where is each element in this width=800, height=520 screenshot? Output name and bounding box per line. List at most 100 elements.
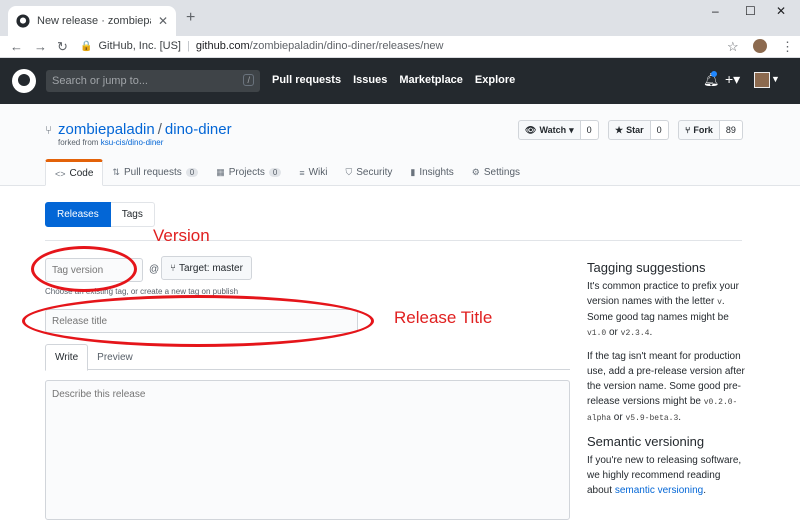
- target-branch-button[interactable]: ⑂ Target: master: [161, 256, 252, 280]
- chevron-down-icon[interactable]: ▼: [771, 74, 780, 84]
- tagging-paragraph-2: If the tag isn't meant for production us…: [587, 349, 747, 426]
- title-highlight-oval: [22, 295, 374, 347]
- tab-wiki[interactable]: ≡ Wiki: [290, 159, 336, 186]
- tab-label: Insights: [419, 167, 454, 178]
- repo-title: zombiepaladin / dino-diner: [58, 121, 232, 138]
- slash-key-hint: /: [243, 74, 254, 86]
- text: .: [678, 412, 682, 423]
- tab-settings[interactable]: ⚙ Settings: [463, 159, 529, 186]
- repo-nav: <> Code ⇅ Pull requests 0 ▦ Projects 0 ≡ Wiki …: [45, 159, 529, 186]
- version-highlight-oval: [31, 246, 137, 292]
- github-header: Search or jump to... / Pull requests Iss…: [0, 58, 800, 104]
- tagging-paragraph-1: It's common practice to prefix your vers…: [587, 279, 747, 341]
- fork-icon: ⑂: [685, 125, 691, 135]
- star-count[interactable]: 0: [650, 120, 669, 140]
- nav-pull-requests[interactable]: Pull requests: [272, 74, 341, 86]
- star-icon: ★: [615, 124, 624, 135]
- watch-count[interactable]: 0: [580, 120, 599, 140]
- tags-tab[interactable]: Tags: [110, 202, 155, 227]
- tab-code[interactable]: <> Code: [45, 159, 104, 186]
- gear-icon: ⚙: [471, 167, 480, 177]
- watch-label: Watch: [539, 125, 567, 135]
- fork-button[interactable]: ⑂ Fork: [678, 120, 720, 140]
- text: or: [606, 327, 621, 338]
- tab-label: Settings: [483, 167, 521, 178]
- repo-owner-link[interactable]: zombiepaladin: [58, 121, 155, 138]
- back-icon[interactable]: ←: [10, 39, 23, 54]
- text: .: [703, 485, 706, 496]
- semver-heading: Semantic versioning: [587, 434, 705, 449]
- star-label: Star: [626, 125, 644, 135]
- cert-owner: GitHub, Inc. [US]: [98, 40, 181, 52]
- unread-indicator: [711, 71, 717, 77]
- url-path: /zombiepaladin/dino-diner/releases/new: [249, 40, 444, 52]
- tab-label: Projects: [228, 167, 265, 178]
- releases-subnav: Releases Tags: [45, 202, 155, 227]
- address-bar[interactable]: 🔒 GitHub, Inc. [US] | github.com /zombie…: [80, 36, 768, 56]
- releases-tab[interactable]: Releases: [45, 202, 111, 227]
- text: .: [649, 327, 653, 338]
- star-group: ★ Star 0: [608, 120, 669, 140]
- forked-from: forked from ksu-cis/dino-diner: [58, 138, 163, 147]
- nav-marketplace[interactable]: Marketplace: [399, 74, 463, 86]
- browser-menu-icon[interactable]: ⋮: [781, 39, 794, 55]
- forked-source-link[interactable]: ksu-cis/dino-diner: [101, 138, 164, 147]
- tab-title: New release · zombiepaladin/dino: [37, 15, 151, 27]
- repo-forked-icon: ⑂: [45, 123, 53, 137]
- code-snippet: v1.0: [587, 329, 607, 338]
- project-icon: ▦: [216, 167, 225, 177]
- search-placeholder: Search or jump to...: [52, 75, 148, 87]
- tab-insights[interactable]: ▮ Insights: [401, 159, 462, 186]
- forward-icon[interactable]: →: [34, 39, 47, 54]
- repo-name-link[interactable]: dino-diner: [165, 121, 232, 138]
- eye-icon: 👁︎: [525, 124, 537, 135]
- close-tab-icon[interactable]: ✕: [158, 14, 168, 28]
- preview-tab[interactable]: Preview: [88, 344, 142, 370]
- write-tab[interactable]: Write: [45, 344, 89, 371]
- watch-group: 👁︎ Watch ▾ 0: [518, 120, 599, 140]
- github-logo-icon[interactable]: [12, 69, 36, 93]
- tab-pull-requests[interactable]: ⇅ Pull requests 0: [103, 159, 207, 186]
- fork-count[interactable]: 89: [719, 120, 743, 140]
- browser-tabbar: New release · zombiepaladin/dino ✕ + – ☐…: [0, 0, 800, 36]
- tagging-heading: Tagging suggestions: [587, 260, 706, 275]
- lock-icon: 🔒: [80, 40, 93, 52]
- semver-link[interactable]: semantic versioning: [615, 485, 703, 496]
- semver-paragraph: If you're new to releasing software, we …: [587, 453, 747, 498]
- tab-label: Code: [69, 168, 94, 179]
- code-snippet: v2.3.4: [620, 329, 650, 338]
- nav-explore[interactable]: Explore: [475, 74, 515, 86]
- maximize-button[interactable]: ☐: [745, 4, 756, 18]
- shield-icon: ⛉: [345, 167, 353, 177]
- tab-security[interactable]: ⛉ Security: [336, 159, 401, 186]
- browser-tab[interactable]: New release · zombiepaladin/dino ✕: [8, 6, 176, 36]
- caret-down-icon: ▾: [569, 124, 574, 135]
- book-icon: ≡: [299, 167, 305, 178]
- user-avatar[interactable]: [754, 72, 770, 88]
- browser-toolbar: ← → ↻ 🔒 GitHub, Inc. [US] | github.com /…: [0, 36, 800, 58]
- pull-request-icon: ⇅: [112, 167, 120, 177]
- search-input[interactable]: Search or jump to... /: [46, 70, 260, 92]
- fork-group: ⑂ Fork 89: [678, 120, 743, 140]
- watch-button[interactable]: 👁︎ Watch ▾: [518, 120, 581, 140]
- text: or: [611, 412, 626, 423]
- target-label: Target: master: [179, 262, 243, 274]
- create-new-plus-icon[interactable]: +▾: [725, 71, 740, 88]
- code-snippet: v5.9-beta.3: [625, 414, 679, 423]
- header-nav: Pull requests Issues Marketplace Explore: [272, 74, 515, 86]
- nav-issues[interactable]: Issues: [353, 74, 387, 86]
- release-description-input[interactable]: [45, 380, 570, 520]
- close-window-button[interactable]: ✕: [776, 4, 786, 18]
- profile-avatar[interactable]: [753, 39, 767, 53]
- reload-icon[interactable]: ↻: [57, 39, 68, 55]
- branch-icon: ⑂: [170, 262, 176, 274]
- bookmark-star-icon[interactable]: ☆: [727, 39, 739, 55]
- github-favicon-icon: [16, 14, 30, 28]
- tab-projects[interactable]: ▦ Projects 0: [207, 159, 290, 186]
- star-button[interactable]: ★ Star: [608, 120, 651, 140]
- new-tab-icon[interactable]: +: [186, 9, 195, 27]
- tab-label: Wiki: [308, 167, 328, 178]
- minimize-button[interactable]: –: [712, 4, 719, 18]
- tab-label: Security: [356, 167, 393, 178]
- version-annotation: Version: [153, 226, 210, 245]
